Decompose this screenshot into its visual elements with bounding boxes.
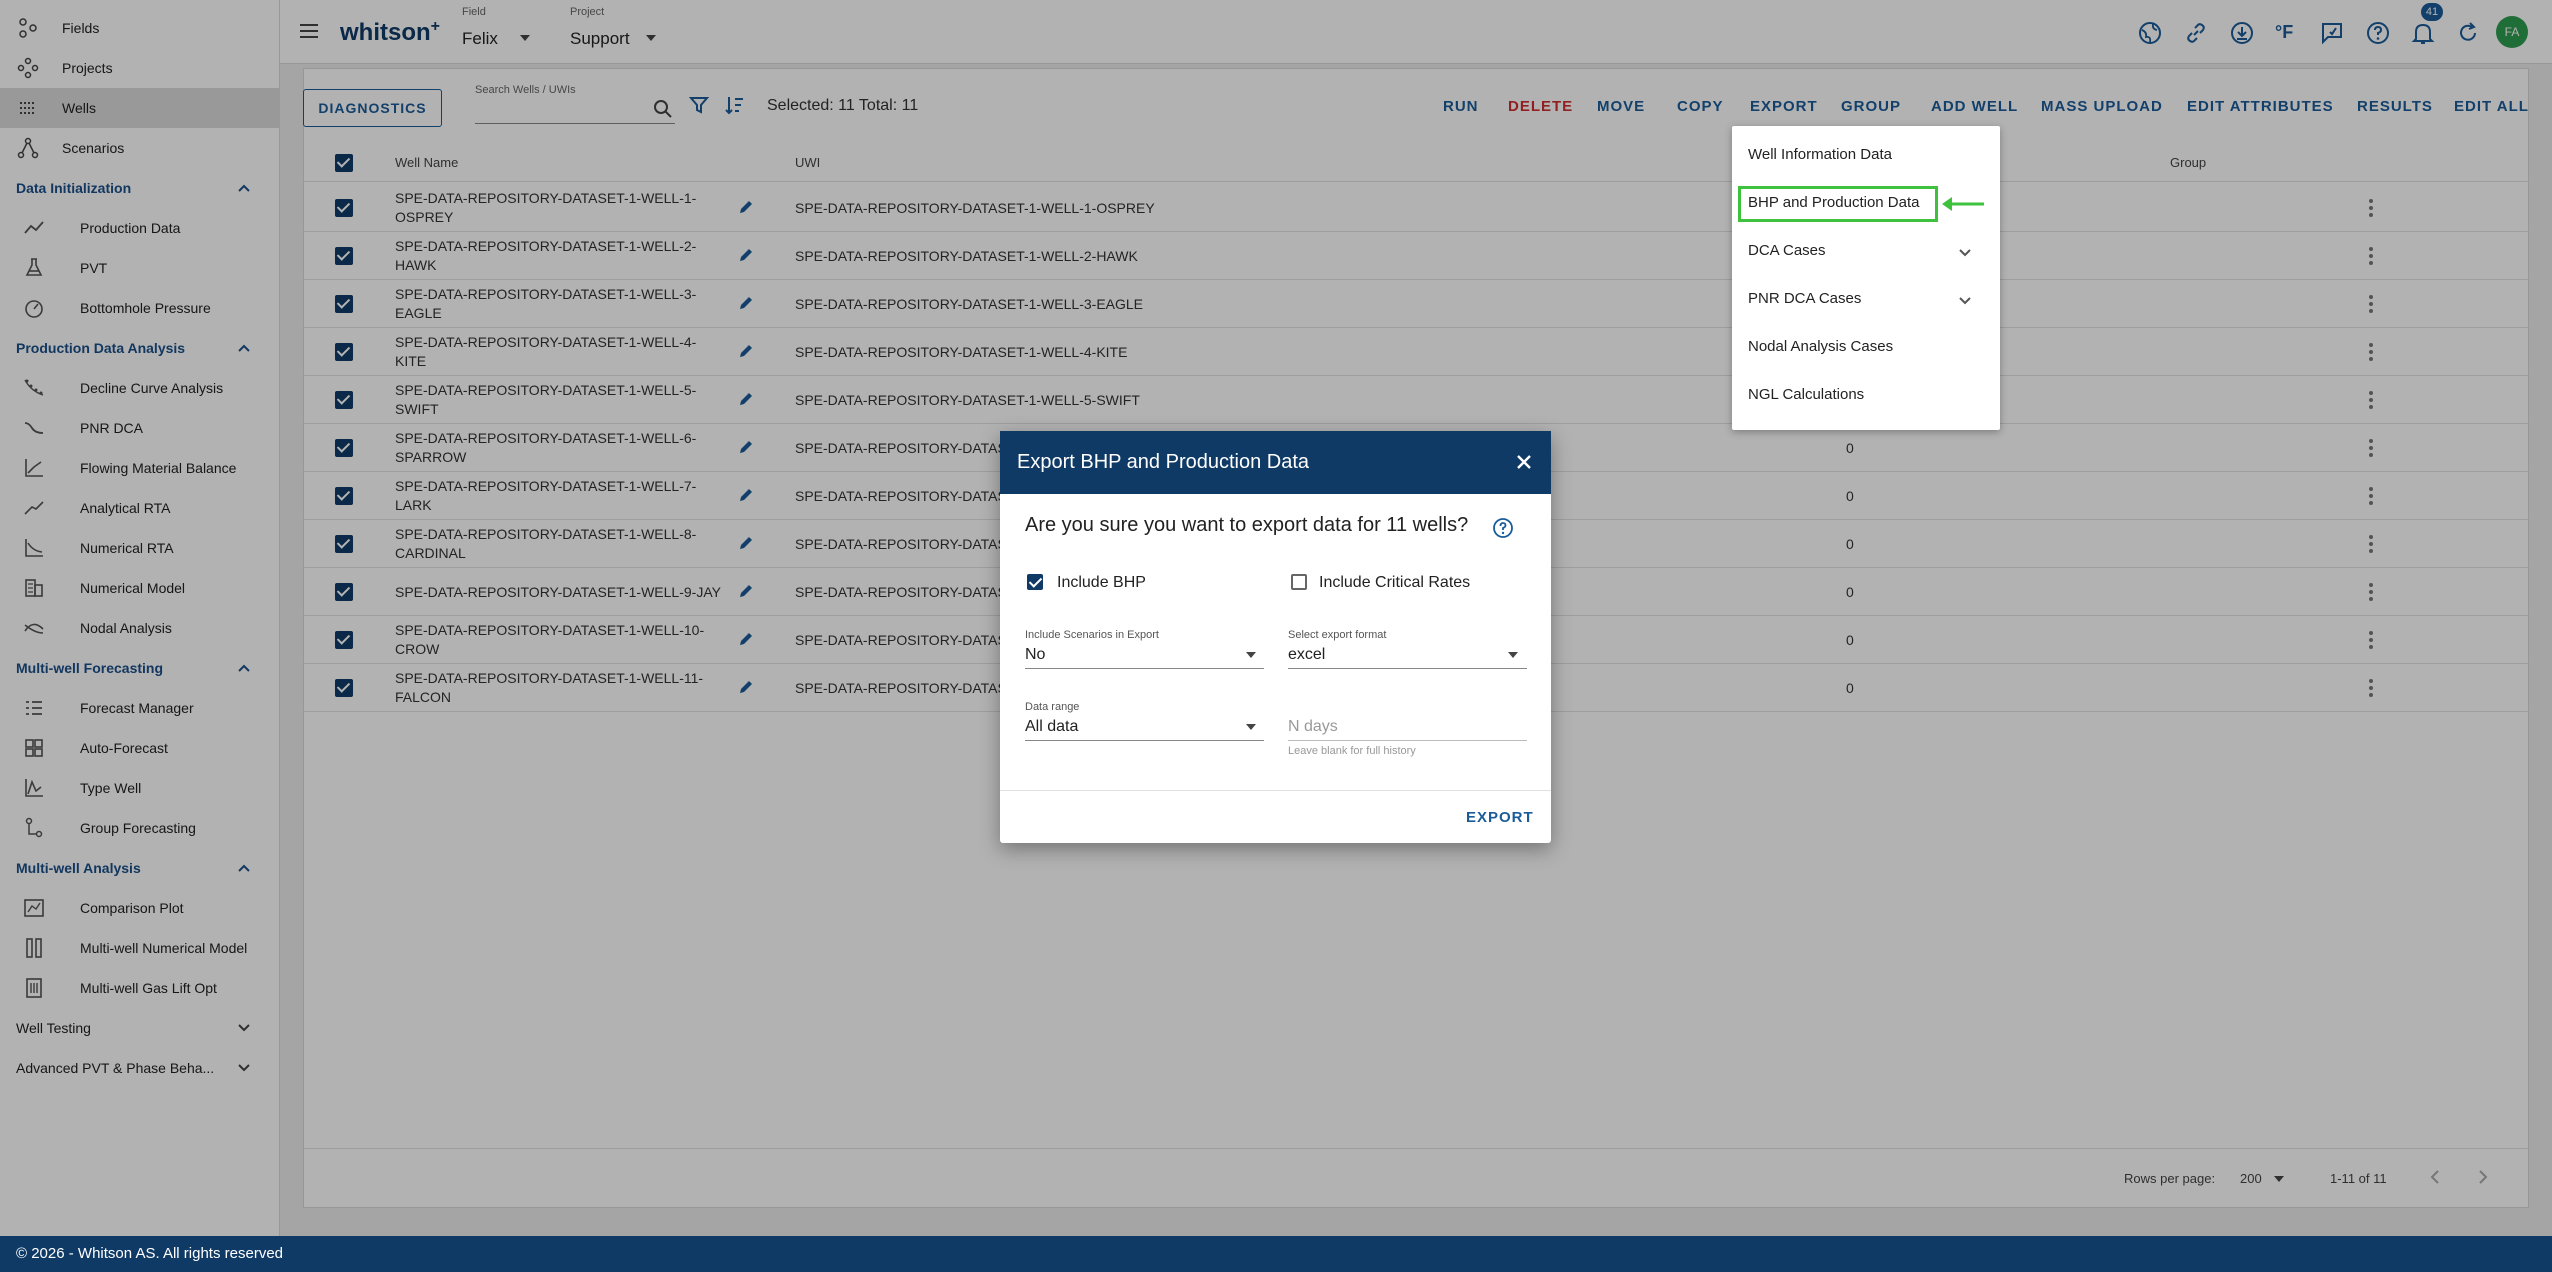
include-bhp-checkbox[interactable] bbox=[1027, 574, 1043, 590]
data-range-label: Data range bbox=[1025, 701, 1080, 713]
include-critical-rates-checkbox[interactable] bbox=[1291, 574, 1307, 590]
data-range-dropdown-icon[interactable] bbox=[1246, 724, 1256, 730]
data-range-underline bbox=[1025, 740, 1264, 741]
scenarios-label: Include Scenarios in Export bbox=[1025, 629, 1159, 641]
menu-item-ngl-calculations[interactable]: NGL Calculations bbox=[1748, 386, 1864, 403]
footer: © 2026 - Whitson AS. All rights reserved bbox=[0, 1236, 2552, 1272]
menu-item-nodal-analysis-cases[interactable]: Nodal Analysis Cases bbox=[1748, 338, 1893, 355]
n-days-hint: Leave blank for full history bbox=[1288, 745, 1416, 757]
format-dropdown-icon[interactable] bbox=[1508, 652, 1518, 658]
menu-item-dca-cases[interactable]: DCA Cases bbox=[1748, 242, 1826, 259]
dialog-divider bbox=[1000, 790, 1551, 791]
data-range-select[interactable]: All data bbox=[1025, 718, 1078, 736]
dialog-export-button[interactable]: EXPORT bbox=[1466, 809, 1534, 826]
menu-item-pnr-dca-cases[interactable]: PNR DCA Cases bbox=[1748, 290, 1861, 307]
dialog-question: Are you sure you want to export data for… bbox=[1025, 514, 1469, 536]
scenarios-select[interactable]: No bbox=[1025, 646, 1045, 664]
scenarios-underline bbox=[1025, 668, 1264, 669]
export-menu: Well Information Data BHP and Production… bbox=[1732, 126, 2000, 430]
menu-item-well-information-data[interactable]: Well Information Data bbox=[1748, 146, 1892, 163]
copyright-text: © 2026 - Whitson AS. All rights reserved bbox=[16, 1245, 284, 1262]
include-bhp-label: Include BHP bbox=[1057, 574, 1146, 591]
format-select[interactable]: excel bbox=[1288, 646, 1325, 664]
scenarios-dropdown-icon[interactable] bbox=[1246, 652, 1256, 658]
chevron-down-icon[interactable] bbox=[1958, 296, 1972, 306]
dialog-header: Export BHP and Production Data bbox=[1000, 431, 1551, 494]
n-days-input[interactable]: N days bbox=[1288, 718, 1338, 736]
chevron-down-icon[interactable] bbox=[1958, 248, 1972, 258]
include-critical-rates-label: Include Critical Rates bbox=[1319, 574, 1471, 591]
format-label: Select export format bbox=[1288, 629, 1387, 641]
highlight-box bbox=[1738, 186, 1938, 222]
dialog-title: Export BHP and Production Data bbox=[1017, 451, 1310, 473]
help-icon[interactable] bbox=[1492, 517, 1514, 539]
arrow-left-icon bbox=[1940, 194, 1986, 214]
close-icon[interactable] bbox=[1515, 453, 1533, 471]
n-days-underline bbox=[1288, 740, 1527, 741]
export-dialog: Export BHP and Production Data Are you s… bbox=[1000, 431, 1551, 843]
format-underline bbox=[1288, 668, 1527, 669]
